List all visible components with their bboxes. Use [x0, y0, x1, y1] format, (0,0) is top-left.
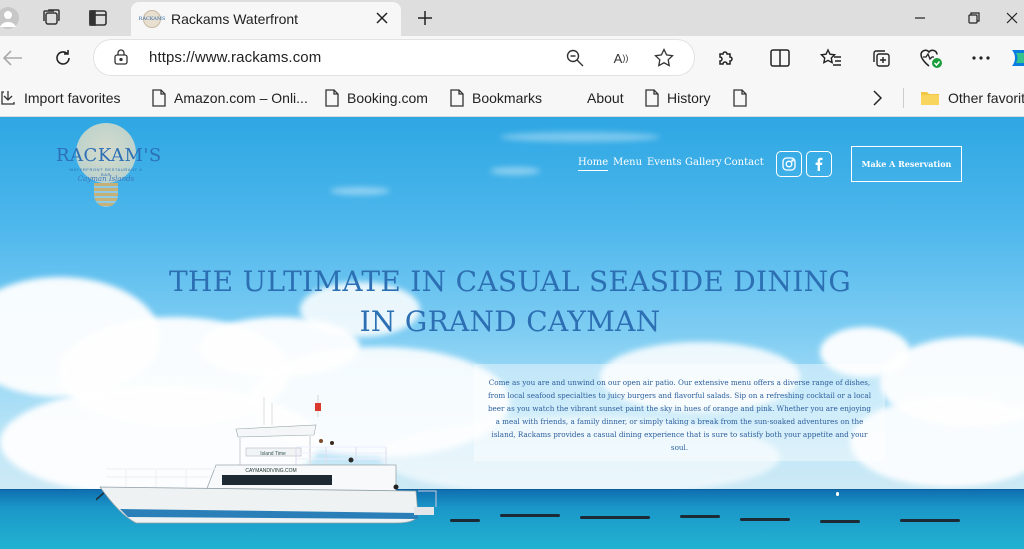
dive-boat: Island Time CAYMANDIVING.COM: [96, 395, 437, 524]
favorite-label: Amazon.com – Onli...: [174, 90, 308, 106]
intro-box: Come as you are and unwind on our open a…: [474, 364, 885, 461]
favorite-other-folder[interactable]: Other favorit: [903, 88, 1024, 108]
boat-website: CAYMANDIVING.COM: [245, 468, 296, 474]
tab-strip: RACKAMS Rackams Waterfront: [0, 0, 1024, 36]
favorite-untitled[interactable]: [733, 88, 755, 108]
favorite-about[interactable]: About: [587, 88, 624, 108]
workspaces-icon[interactable]: [39, 6, 63, 30]
zoom-icon[interactable]: [563, 46, 587, 70]
split-screen-icon[interactable]: [767, 45, 793, 71]
buoy: [836, 492, 839, 496]
browser-toolbar: https://www.rackams.com A)): [0, 36, 1024, 80]
tab-title: Rackams Waterfront: [171, 11, 299, 27]
favorites-bar: Import favorites Amazon.com – Onli... Bo…: [0, 80, 1024, 117]
import-icon: [1, 91, 15, 105]
favorite-label: About: [587, 90, 624, 106]
logo-reflection: [94, 183, 118, 207]
favorite-booking[interactable]: Booking.com: [325, 88, 428, 108]
instagram-icon[interactable]: [776, 151, 802, 177]
hero-headline: THE ULTIMATE IN CASUAL SEASIDE DINING IN…: [168, 265, 852, 338]
vertical-tabs-icon[interactable]: [86, 6, 110, 30]
url-text[interactable]: https://www.rackams.com: [149, 49, 321, 66]
minimize-icon[interactable]: [905, 4, 935, 32]
favorite-star-icon[interactable]: [652, 46, 676, 70]
favorites-list-icon[interactable]: [818, 45, 844, 71]
restore-icon[interactable]: [959, 4, 989, 32]
page-icon: [450, 89, 464, 107]
favorite-import[interactable]: Import favorites: [0, 88, 120, 108]
close-window-icon[interactable]: [1000, 4, 1024, 32]
make-reservation-button[interactable]: Make A Reservation: [851, 146, 962, 182]
chevron-right-icon[interactable]: [872, 88, 890, 108]
collections-icon[interactable]: [868, 45, 894, 71]
read-aloud-icon[interactable]: A)): [609, 46, 633, 70]
close-tab-icon[interactable]: [371, 7, 393, 29]
nav-menu[interactable]: Menu: [613, 157, 642, 168]
boat-name: Island Time: [260, 451, 286, 457]
swimmers: [580, 516, 650, 519]
read-aloud-label: A: [613, 50, 623, 66]
favorite-history[interactable]: History: [645, 88, 711, 108]
cloud: [500, 132, 660, 142]
swimmers: [820, 520, 860, 523]
website-hero: RACKAM'S WATERFRONT RESTAURANT & BAR Cay…: [0, 117, 1024, 549]
rackams-logo[interactable]: RACKAM'S WATERFRONT RESTAURANT & BAR Cay…: [56, 123, 162, 207]
favorite-label: Other favorit: [948, 90, 1024, 106]
active-tab[interactable]: RACKAMS Rackams Waterfront: [131, 2, 401, 36]
swimmers: [500, 514, 560, 517]
swimmers: [740, 518, 790, 521]
favorite-label: Bookmarks: [472, 90, 543, 106]
logo-name: RACKAM'S: [56, 145, 162, 166]
favorite-label: History: [667, 90, 711, 106]
favorite-bookmarks[interactable]: Bookmarks: [450, 88, 542, 108]
profile-icon[interactable]: [0, 6, 24, 30]
more-menu-icon[interactable]: [968, 45, 994, 71]
page-icon: [733, 89, 747, 107]
cloud: [330, 187, 390, 195]
nav-events[interactable]: Events: [647, 157, 681, 168]
nav-gallery[interactable]: Gallery: [685, 157, 722, 168]
page-icon: [152, 89, 166, 107]
swimmers: [680, 515, 720, 518]
copilot-icon[interactable]: [1010, 45, 1024, 71]
tab-favicon: RACKAMS: [139, 10, 165, 28]
back-arrow-icon[interactable]: [0, 45, 26, 71]
browser-essentials-heart-icon[interactable]: [918, 45, 944, 71]
logo-script: Cayman Islands: [77, 175, 135, 183]
refresh-icon[interactable]: [50, 45, 76, 71]
favorite-label: Booking.com: [347, 90, 428, 106]
intro-text: Come as you are and unwind on our open a…: [487, 378, 872, 452]
favorite-label: Import favorites: [24, 90, 121, 106]
folder-icon: [921, 92, 939, 105]
nav-home[interactable]: Home: [578, 157, 609, 171]
nav-contact[interactable]: Contact: [724, 157, 764, 168]
page-icon: [325, 89, 339, 107]
facebook-icon[interactable]: [806, 151, 832, 177]
site-info-lock-icon[interactable]: [114, 49, 128, 70]
swimmers: [900, 519, 960, 522]
extensions-puzzle-icon[interactable]: [713, 45, 739, 71]
new-tab-plus-icon[interactable]: [413, 6, 437, 30]
cloud: [490, 167, 540, 175]
favorite-amazon[interactable]: Amazon.com – Onli...: [152, 88, 308, 108]
address-bar[interactable]: https://www.rackams.com A)): [94, 40, 694, 75]
page-icon: [645, 89, 659, 107]
